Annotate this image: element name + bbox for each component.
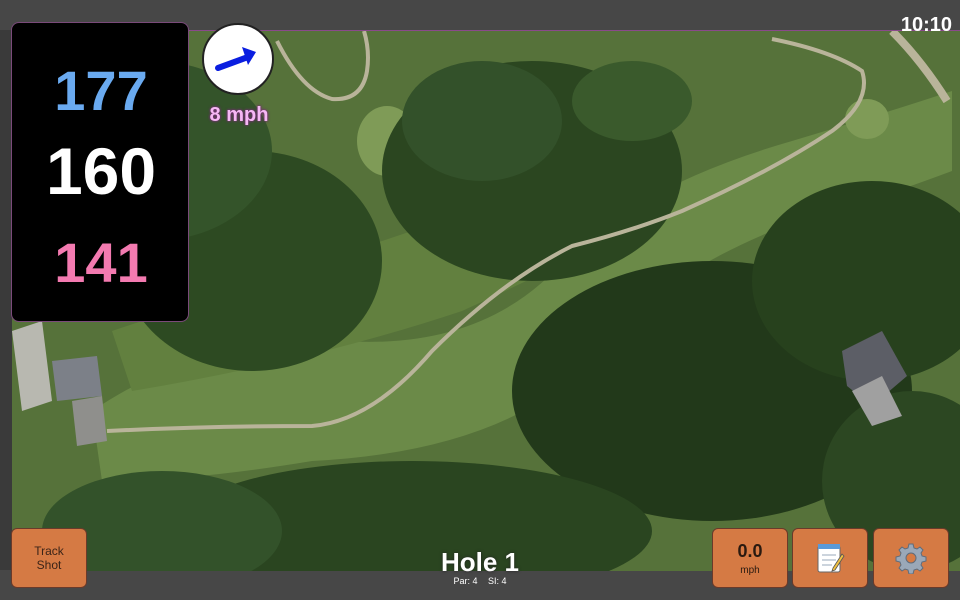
- hole-title: Hole 1: [440, 547, 520, 577]
- track-shot-label: Track Shot: [34, 544, 64, 572]
- hole-par: Par: 4: [453, 576, 478, 586]
- notes-button[interactable]: [792, 528, 868, 588]
- wind-speed: 8 mph: [209, 104, 269, 126]
- middle-distance: 160: [45, 134, 157, 208]
- front-distance: 141: [54, 231, 148, 294]
- speed-button[interactable]: 0.0 mph: [712, 528, 788, 588]
- speed-value: 0.0: [737, 540, 763, 561]
- hole-stroke-index: SI: 4: [488, 576, 507, 586]
- notepad-icon: [817, 544, 845, 573]
- wind-indicator: [202, 23, 274, 95]
- gear-icon: [895, 543, 927, 574]
- hole-info: Par: 4 SI: 4: [400, 576, 560, 586]
- speed-unit: mph: [740, 564, 760, 576]
- track-shot-button[interactable]: Track Shot: [11, 528, 87, 588]
- settings-button[interactable]: [873, 528, 949, 588]
- distance-panel: 177 160 141: [11, 22, 189, 322]
- back-distance: 177: [54, 59, 148, 122]
- wind-direction-arrow-icon: [215, 47, 256, 71]
- status-time: 10:10: [900, 14, 952, 36]
